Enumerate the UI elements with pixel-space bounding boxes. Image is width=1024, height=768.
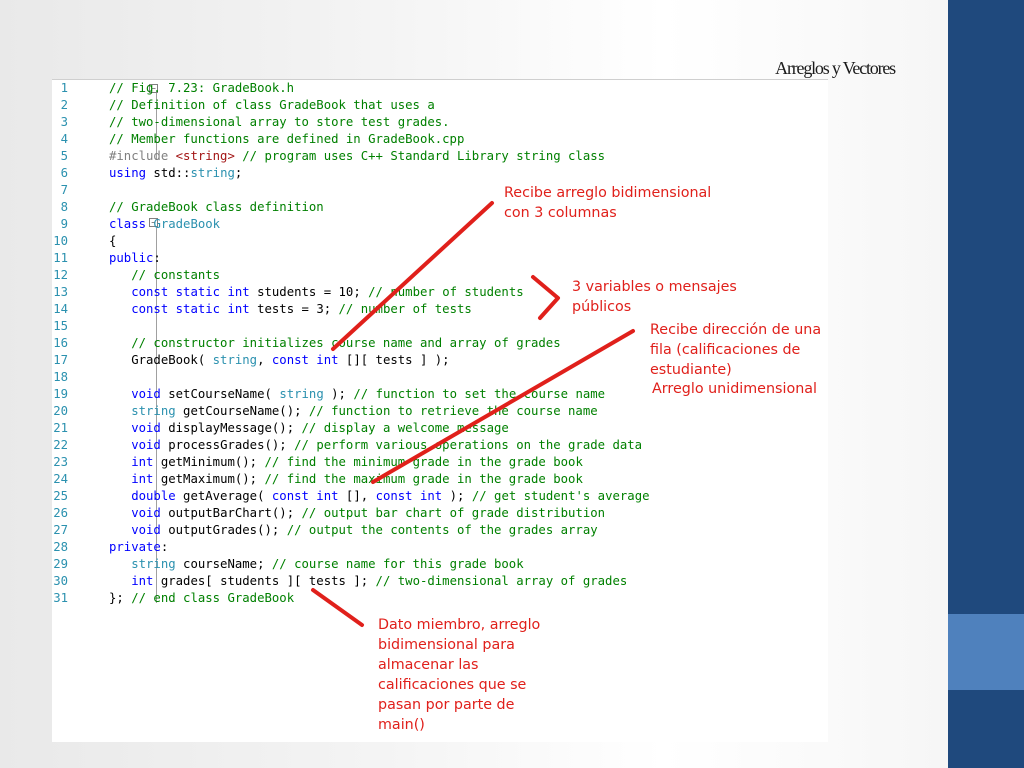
arrow-line-2d-param: [331, 201, 494, 351]
brace-public-constants: [531, 275, 560, 320]
arrow-line-data-member: [311, 588, 364, 627]
annotation-arrows: [311, 201, 635, 627]
arrow-line-row-address: [371, 329, 635, 484]
